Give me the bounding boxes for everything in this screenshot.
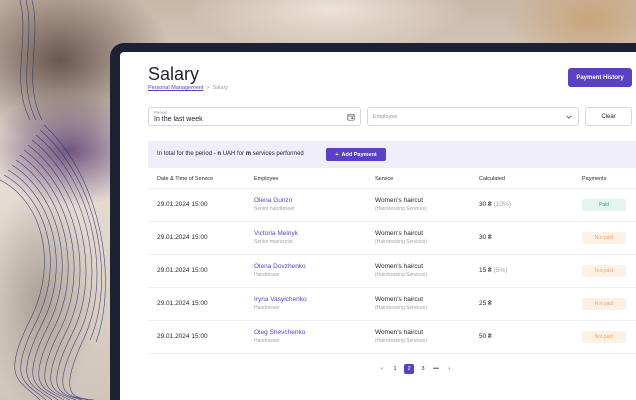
- service-category: (Hairdressing Services): [375, 338, 427, 344]
- calculated-amount: 50 ₴: [479, 333, 492, 340]
- employee-link[interactable]: Iryna Vasylchenko: [254, 296, 366, 303]
- service-name: Women's haircut: [375, 329, 424, 336]
- table-header-row: Date & Time of Service Employee Service …: [148, 170, 636, 189]
- status-badge[interactable]: Paid: [582, 198, 626, 211]
- page-button-2[interactable]: 2: [404, 364, 414, 374]
- calculated-percent: (10%): [493, 201, 511, 208]
- status-badge[interactable]: Not paid: [582, 330, 626, 343]
- period-select[interactable]: Period In the last week: [148, 107, 361, 126]
- page-button-1[interactable]: 1: [391, 364, 399, 374]
- cell-payment: Paid: [573, 188, 636, 222]
- pagination: ‹ 1 2 3 ••• ›: [378, 364, 453, 374]
- service-category: (Hairdressing Services): [375, 206, 427, 212]
- cell-calculated: 50 ₴: [470, 320, 573, 354]
- breadcrumb-link-personal-management[interactable]: Personal Management: [148, 85, 203, 91]
- employee-role: Senior hairdresser: [254, 206, 295, 212]
- table-row: 29.01.2024 15:00 Oleg Shevchenko Hairdres…: [148, 320, 636, 354]
- employee-placeholder: Employee: [373, 114, 398, 120]
- chevron-down-icon[interactable]: [565, 113, 573, 121]
- cell-service: Women's haircut (Hairdressing Services): [366, 287, 470, 321]
- cell-employee: Olena Gunzo Senior hairdresser: [245, 188, 366, 222]
- cell-employee: Iryna Vasylchenko Hairdresser: [245, 287, 366, 321]
- summary-banner: In total for the period - n UAH for m se…: [148, 141, 636, 168]
- plus-icon: +: [335, 151, 339, 158]
- cell-calculated: 15 ₴ (5%): [470, 254, 573, 288]
- service-category: (Hairdressing Services): [375, 305, 427, 311]
- service-category: (Hairdressing Services): [375, 272, 427, 278]
- pagination-ellipsis[interactable]: •••: [432, 364, 440, 374]
- payment-history-button[interactable]: Payment History: [568, 68, 632, 87]
- cell-payment: Not paid: [573, 320, 636, 354]
- cell-service: Women's haircut (Hairdressing Services): [366, 188, 470, 222]
- calculated-amount: 25 ₴: [479, 300, 492, 307]
- cell-payment: Not paid: [573, 254, 636, 288]
- service-category: (Hairdressing Services): [375, 239, 427, 245]
- cell-calculated: 25 ₴: [470, 287, 573, 321]
- service-name: Women's haircut: [375, 197, 424, 204]
- breadcrumb-current: Salary: [212, 85, 229, 91]
- column-header-service: Service: [366, 170, 470, 189]
- employee-link[interactable]: Olena Gunzo: [254, 197, 366, 204]
- column-header-payments: Payments: [573, 170, 636, 189]
- column-header-employee: Employee: [245, 170, 366, 189]
- page-title: Salary: [148, 64, 200, 84]
- cell-employee: Victoria Melnyk Senior manicurist: [245, 221, 366, 255]
- calculated-percent: (5%): [493, 267, 508, 274]
- add-payment-button[interactable]: + Add Payment: [326, 148, 386, 161]
- employee-link[interactable]: Olena Dovzhenko: [254, 263, 366, 270]
- cell-service: Women's haircut (Hairdressing Services): [366, 254, 470, 288]
- service-name: Women's haircut: [375, 263, 424, 270]
- next-page-icon[interactable]: ›: [445, 364, 453, 374]
- column-header-datetime: Date & Time of Service: [148, 170, 245, 189]
- cell-service: Women's haircut (Hairdressing Services): [366, 320, 470, 354]
- employee-role: Senior manicurist: [254, 239, 293, 245]
- cell-employee: Olena Dovzhenko Hairdresser: [245, 254, 366, 288]
- calculated-amount: 30 ₴: [479, 201, 492, 208]
- cell-employee: Oleg Shevchenko Hairdresser: [245, 320, 366, 354]
- status-badge[interactable]: Not paid: [582, 231, 626, 244]
- cell-service: Women's haircut (Hairdressing Services): [366, 221, 470, 255]
- calendar-icon[interactable]: [347, 113, 355, 121]
- page-button-3[interactable]: 3: [419, 364, 427, 374]
- employee-role: Hairdresser: [254, 305, 280, 311]
- cell-datetime: 29.01.2024 15:00: [148, 221, 245, 255]
- add-payment-label: Add Payment: [341, 151, 377, 158]
- salary-table: Date & Time of Service Employee Service …: [148, 170, 636, 354]
- status-badge[interactable]: Not paid: [582, 297, 626, 310]
- service-name: Women's haircut: [375, 230, 424, 237]
- cell-datetime: 29.01.2024 15:00: [148, 188, 245, 222]
- employee-role: Hairdresser: [254, 338, 280, 344]
- cell-datetime: 29.01.2024 15:00: [148, 320, 245, 354]
- cell-datetime: 29.01.2024 15:00: [148, 254, 245, 288]
- column-header-calculated: Calculated: [470, 170, 573, 189]
- employee-role: Hairdresser: [254, 272, 280, 278]
- cell-payment: Not paid: [573, 287, 636, 321]
- clear-button[interactable]: Clear: [585, 107, 632, 126]
- table-row: 29.01.2024 15:00 Olena Dovzhenko Hairdres…: [148, 254, 636, 288]
- employee-link[interactable]: Victoria Melnyk: [254, 230, 366, 237]
- table-row: 29.01.2024 15:00 Iryna Vasylchenko Hairdr…: [148, 287, 636, 321]
- period-value: In the last week: [154, 116, 203, 123]
- table-row: 29.01.2024 15:00 Olena Gunzo Senior haird…: [148, 188, 636, 222]
- status-badge[interactable]: Not paid: [582, 264, 626, 277]
- service-name: Women's haircut: [375, 296, 424, 303]
- prev-page-icon[interactable]: ‹: [378, 364, 386, 374]
- cell-calculated: 30 ₴ (10%): [470, 188, 573, 222]
- cell-calculated: 30 ₴: [470, 221, 573, 255]
- employee-select[interactable]: Employee: [367, 107, 579, 126]
- employee-link[interactable]: Oleg Shevchenko: [254, 329, 366, 336]
- table-row: 29.01.2024 15:00 Victoria Melnyk Senior m…: [148, 221, 636, 255]
- cell-payment: Not paid: [573, 221, 636, 255]
- cell-datetime: 29.01.2024 15:00: [148, 287, 245, 321]
- salary-screen: Salary Personal Management > Salary Paymen…: [120, 52, 636, 400]
- calculated-amount: 15 ₴: [479, 267, 492, 274]
- breadcrumb: Personal Management > Salary: [148, 85, 228, 91]
- summary-text: In total for the period - n UAH for m se…: [157, 151, 304, 157]
- period-label: Period: [154, 110, 168, 115]
- breadcrumb-separator: >: [206, 85, 210, 91]
- calculated-amount: 30 ₴: [479, 234, 492, 241]
